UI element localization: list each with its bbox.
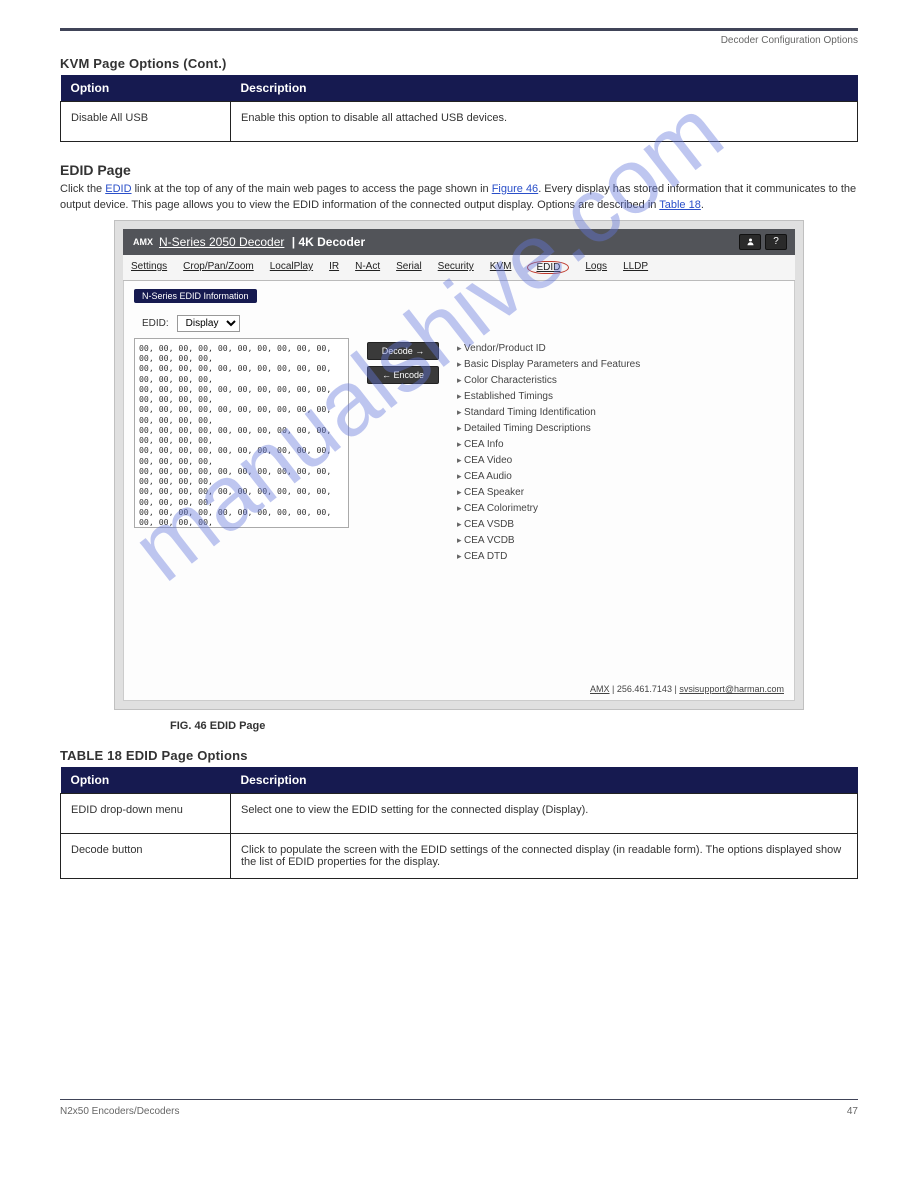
desc-mid: link at the top of any of the main web p… [132, 183, 492, 195]
table2-row1-opt: Decode button [61, 833, 231, 878]
table2-row0-opt: EDID drop-down menu [61, 793, 231, 833]
tree-item[interactable]: Basic Display Parameters and Features [457, 359, 640, 370]
top-rule [60, 28, 858, 31]
kvm-options-table: Option Description Disable All USB Enabl… [60, 75, 858, 142]
figure-link[interactable]: Figure 46 [492, 183, 538, 195]
tab-security[interactable]: Security [438, 261, 474, 274]
tree-item[interactable]: CEA VCDB [457, 535, 640, 546]
tree-item[interactable]: Vendor/Product ID [457, 343, 640, 354]
tab-edid[interactable]: EDID [527, 261, 569, 274]
desc-pre: Click the [60, 183, 105, 195]
titlebar-buttons: ? [739, 234, 787, 250]
tab-settings[interactable]: Settings [131, 261, 167, 274]
tree-item[interactable]: CEA Video [457, 455, 640, 466]
table-row: Disable All USB Enable this option to di… [61, 102, 858, 142]
footer-email-link[interactable]: svsisupport@harman.com [679, 684, 784, 694]
footer-phone: 256.461.7143 [617, 684, 672, 694]
tree-item[interactable]: CEA DTD [457, 551, 640, 562]
table2-row1-desc: Click to populate the screen with the ED… [231, 833, 858, 878]
tree-item[interactable]: CEA Info [457, 439, 640, 450]
encode-button[interactable]: ← Encode [367, 366, 439, 384]
tab-localplay[interactable]: LocalPlay [270, 261, 313, 274]
brand-logo: AMX [133, 237, 153, 247]
table2-row0-desc: Select one to view the EDID setting for … [231, 793, 858, 833]
tree-item[interactable]: CEA Speaker [457, 487, 640, 498]
tree-item[interactable]: CEA VSDB [457, 519, 640, 530]
tab-lldp[interactable]: LLDP [623, 261, 648, 274]
decode-button[interactable]: Decode → [367, 342, 439, 360]
tab-kvm[interactable]: KVM [490, 261, 512, 274]
table1-row0-opt: Disable All USB [61, 102, 231, 142]
page-footer: N2x50 Encoders/Decoders 47 [60, 1099, 858, 1117]
edid-description: Click the EDID link at the top of any of… [60, 182, 858, 214]
device-title-link[interactable]: N-Series 2050 Decoder [159, 235, 284, 249]
table2-col1: Option [61, 767, 231, 794]
footer-left: N2x50 Encoders/Decoders [60, 1106, 180, 1117]
table-row: EDID drop-down menu Select one to view t… [61, 793, 858, 833]
table2-head: Option Description [61, 767, 858, 794]
edid-heading: EDID Page [60, 162, 858, 178]
running-header: Decoder Configuration Options [60, 35, 858, 46]
tree-item[interactable]: Color Characteristics [457, 375, 640, 386]
footer-amx-link[interactable]: AMX [590, 684, 610, 694]
nav-tabs: Settings Crop/Pan/Zoom LocalPlay IR N-Ac… [123, 255, 795, 281]
table-row: Decode button Click to populate the scre… [61, 833, 858, 878]
edid-screenshot: AMX N-Series 2050 Decoder | 4K Decoder ?… [114, 220, 804, 710]
edid-select[interactable]: Display [177, 315, 240, 332]
table1-title: KVM Page Options (Cont.) [60, 56, 858, 71]
edid-link[interactable]: EDID [105, 183, 131, 195]
tree-item[interactable]: Established Timings [457, 391, 640, 402]
device-subtitle: | 4K Decoder [288, 235, 365, 249]
edid-panel: N-Series EDID Information EDID: Display … [123, 281, 795, 701]
edid-hex-box[interactable]: 00, 00, 00, 00, 00, 00, 00, 00, 00, 00, … [134, 338, 349, 528]
help-icon[interactable]: ? [765, 234, 787, 250]
device-subtitle-text: 4K Decoder [298, 235, 365, 249]
table1-col1: Option [61, 75, 231, 102]
user-icon[interactable] [739, 234, 761, 250]
tree-item[interactable]: Detailed Timing Descriptions [457, 423, 640, 434]
table1-row0-desc: Enable this option to disable all attach… [231, 102, 858, 142]
app-titlebar: AMX N-Series 2050 Decoder | 4K Decoder ? [123, 229, 795, 255]
edid-tree: Vendor/Product ID Basic Display Paramete… [457, 338, 640, 567]
tab-logs[interactable]: Logs [585, 261, 607, 274]
tab-serial[interactable]: Serial [396, 261, 422, 274]
edid-options-table: Option Description EDID drop-down menu S… [60, 767, 858, 879]
edid-section-label: N-Series EDID Information [134, 289, 257, 303]
table2-col2: Description [231, 767, 858, 794]
edid-label: EDID: [142, 318, 169, 329]
tree-item[interactable]: CEA Colorimetry [457, 503, 640, 514]
mid-buttons: Decode → ← Encode [367, 342, 439, 567]
tab-nact[interactable]: N-Act [355, 261, 380, 274]
table1-head: Option Description [61, 75, 858, 102]
tab-croppanzoom[interactable]: Crop/Pan/Zoom [183, 261, 254, 274]
edid-select-row: EDID: Display [142, 315, 784, 332]
footer-right: 47 [847, 1106, 858, 1117]
tree-item[interactable]: CEA Audio [457, 471, 640, 482]
table2-title: TABLE 18 EDID Page Options [60, 748, 858, 763]
tab-ir[interactable]: IR [329, 261, 339, 274]
tree-item[interactable]: Standard Timing Identification [457, 407, 640, 418]
table1-col2: Description [231, 75, 858, 102]
shot-footer: AMX | 256.461.7143 | svsisupport@harman.… [590, 684, 784, 694]
edid-columns: 00, 00, 00, 00, 00, 00, 00, 00, 00, 00, … [134, 338, 784, 567]
figure-caption: FIG. 46 EDID Page [170, 720, 858, 732]
table-link[interactable]: Table 18 [659, 199, 701, 211]
